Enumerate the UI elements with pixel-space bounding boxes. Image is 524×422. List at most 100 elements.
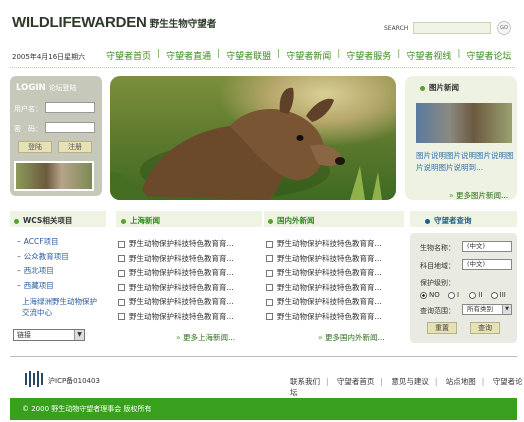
- wcs-item[interactable]: 西北项目: [17, 264, 69, 279]
- radio-label: I: [456, 291, 460, 299]
- news-item[interactable]: 野生动物保护科技特色教育育...: [277, 266, 382, 281]
- nav-item-vision[interactable]: 守望者视线: [406, 49, 451, 62]
- news-item[interactable]: 野生动物保护科技特色教育育...: [129, 266, 234, 281]
- domestic-news-list: 野生动物保护科技特色教育育... 野生动物保护科技特色教育育... 野生动物保护…: [266, 237, 404, 324]
- family-input[interactable]: (中文): [462, 259, 512, 270]
- footer-divider: [10, 356, 517, 357]
- username-label: 用户名：: [14, 105, 42, 113]
- wcs-item[interactable]: 西藏项目: [17, 279, 69, 294]
- radio-ii[interactable]: [469, 291, 477, 299]
- current-date: 2005年4月16日星期六: [12, 53, 86, 61]
- footer-link[interactable]: 联系我们: [290, 377, 320, 386]
- search-go-button[interactable]: GO: [497, 21, 511, 35]
- level-radio-group: NO I II III: [420, 291, 506, 299]
- wcs-item[interactable]: 公众教育项目: [17, 250, 69, 265]
- icp-number: 沪ICP备010403: [48, 377, 100, 385]
- footer-links: 联系我们 | 守望者首页 | 意见与建议 | 站点地图 | 守望者论坛: [290, 377, 523, 397]
- nav-item-direct[interactable]: 守望者直通: [166, 49, 211, 62]
- login-title: LOGIN 论坛登陆: [16, 83, 77, 93]
- search-input[interactable]: [413, 22, 491, 34]
- level-label: 保护级别：: [420, 279, 455, 287]
- news-item[interactable]: 野生动物保护科技特色教育育...: [129, 237, 234, 252]
- news-item[interactable]: 野生动物保护科技特色教育育...: [277, 295, 382, 310]
- checkbox-icon[interactable]: [266, 255, 273, 263]
- checkbox-icon[interactable]: [266, 240, 273, 248]
- range-label: 查询范围：: [420, 307, 455, 315]
- news-item[interactable]: 野生动物保护科技特色教育育...: [129, 310, 234, 325]
- radio-no[interactable]: [420, 291, 427, 299]
- nav-item-service[interactable]: 守望者服务: [346, 49, 391, 62]
- checkbox-icon[interactable]: [266, 284, 273, 292]
- nav-item-alliance[interactable]: 守望者联盟: [226, 49, 271, 62]
- icp-logo-icon: [24, 371, 44, 387]
- search-label: SEARCH: [384, 25, 409, 32]
- bullet-icon: [268, 218, 273, 224]
- name-input[interactable]: (中文): [462, 241, 512, 252]
- chevron-down-icon: ▼: [502, 305, 511, 314]
- deer-illustration: [110, 87, 382, 200]
- main-nav: 守望者首页 | 守望者直通 | 守望者联盟 | 守望者新闻 | 守望者服务 | 守望者视线…: [106, 49, 512, 62]
- radio-label: NO: [429, 291, 440, 299]
- site-logo[interactable]: WILDLIFEWARDEN 野生生物守望者: [12, 14, 216, 31]
- news-item[interactable]: 野生动物保护科技特色教育育...: [277, 281, 382, 296]
- username-input[interactable]: [45, 102, 95, 113]
- more-picture-news-link[interactable]: » 更多图片新闻...: [449, 190, 508, 201]
- news-item[interactable]: 野生动物保护科技特色教育育...: [129, 252, 234, 267]
- checkbox-icon[interactable]: [118, 255, 125, 263]
- reset-button[interactable]: 重置: [427, 322, 457, 334]
- footer-link[interactable]: 守望者首页: [337, 377, 375, 386]
- news-item[interactable]: 野生动物保护科技特色教育育...: [129, 295, 234, 310]
- footer-link[interactable]: 意见与建议: [391, 377, 429, 386]
- bullet-icon: [420, 85, 425, 91]
- checkbox-icon[interactable]: [266, 269, 273, 277]
- radio-label: II: [478, 291, 483, 299]
- login-photo: [14, 161, 94, 191]
- password-label: 密 码：: [14, 125, 42, 133]
- news-item[interactable]: 野生动物保护科技特色教育育...: [277, 310, 382, 325]
- checkbox-icon[interactable]: [266, 298, 273, 306]
- search-button[interactable]: 查询: [470, 322, 500, 334]
- wcs-title: WCS相关项目: [14, 215, 72, 226]
- checkbox-icon[interactable]: [118, 284, 125, 292]
- family-label: 科目地域：: [420, 262, 455, 270]
- login-button[interactable]: 登陆: [18, 141, 52, 153]
- picture-news-title: 图片新闻: [420, 82, 459, 93]
- header-divider: [10, 67, 515, 68]
- checkbox-icon[interactable]: [118, 298, 125, 306]
- picture-news-caption[interactable]: 图片说明图片说明图片说明图片说明图片说明到...: [416, 150, 516, 174]
- nav-item-news[interactable]: 守望者新闻: [286, 49, 331, 62]
- bullet-icon: [14, 218, 19, 224]
- name-label: 生物名称：: [420, 244, 455, 252]
- picture-news-image[interactable]: [416, 103, 512, 143]
- bullet-icon: [425, 218, 430, 224]
- nav-item-forum[interactable]: 守望者论坛: [466, 49, 511, 62]
- domestic-news-title: 国内外新闻: [268, 215, 315, 226]
- news-item[interactable]: 野生动物保护科技特色教育育...: [129, 281, 234, 296]
- nav-item-home[interactable]: 守望者首页: [106, 49, 151, 62]
- more-shanghai-news-link[interactable]: » 更多上海新闻...: [176, 332, 235, 343]
- radio-label: III: [499, 291, 506, 299]
- shanghai-news-list: 野生动物保护科技特色教育育... 野生动物保护科技特色教育育... 野生动物保护…: [118, 237, 258, 324]
- range-select[interactable]: 所有类别 ▼: [462, 304, 512, 315]
- shanghai-news-title: 上海新闻: [121, 215, 160, 226]
- query-title: 守望者查询: [425, 215, 472, 226]
- more-domestic-news-link[interactable]: » 更多国内外新闻...: [318, 332, 385, 343]
- wcs-item[interactable]: ACCF项目: [17, 235, 69, 250]
- wcs-list: ACCF项目 公众教育项目 西北项目 西藏项目: [17, 235, 69, 293]
- radio-i[interactable]: [447, 291, 455, 299]
- partner-link[interactable]: 上海绿洲野生动物保护交流中心: [22, 296, 104, 318]
- checkbox-icon[interactable]: [266, 313, 273, 321]
- bullet-icon: [121, 218, 126, 224]
- checkbox-icon[interactable]: [118, 269, 125, 277]
- checkbox-icon[interactable]: [118, 313, 125, 321]
- checkbox-icon[interactable]: [118, 240, 125, 248]
- logo-subtitle: 野生生物守望者: [149, 19, 217, 30]
- link-select[interactable]: 链接 ▼: [13, 329, 85, 341]
- chevron-down-icon: ▼: [74, 330, 84, 340]
- news-item[interactable]: 野生动物保护科技特色教育育...: [277, 252, 382, 267]
- news-item[interactable]: 野生动物保护科技特色教育育...: [277, 237, 382, 252]
- password-input[interactable]: [45, 122, 95, 133]
- footer-link[interactable]: 站点地图: [446, 377, 476, 386]
- radio-iii[interactable]: [490, 291, 498, 299]
- register-button[interactable]: 注册: [58, 141, 92, 153]
